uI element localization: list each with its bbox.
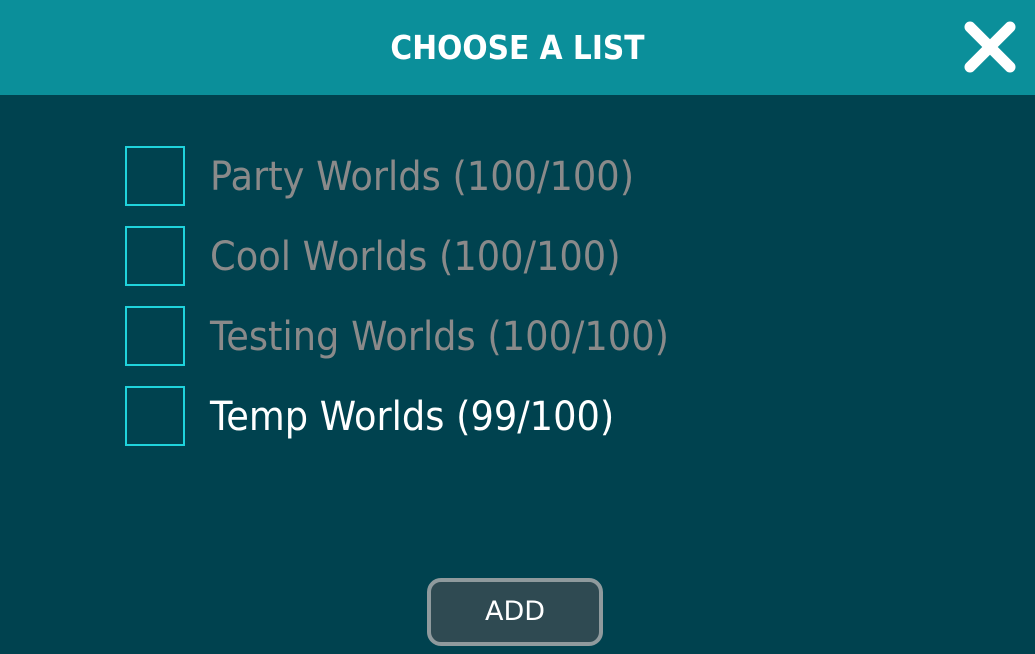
list-item-label: Cool Worlds (100/100) (210, 234, 621, 280)
choose-list-dialog: CHOOSE A LIST Party Worlds (100/100) Coo… (0, 0, 1035, 654)
dialog-header: CHOOSE A LIST (0, 0, 1035, 95)
list-item-label: Testing Worlds (100/100) (210, 314, 669, 360)
list-item-testing-worlds[interactable]: Testing Worlds (100/100) (125, 306, 825, 366)
list-item-cool-worlds[interactable]: Cool Worlds (100/100) (125, 226, 825, 286)
dialog-title: CHOOSE A LIST (390, 28, 645, 67)
list-item-label: Temp Worlds (99/100) (210, 394, 615, 440)
checkbox[interactable] (125, 306, 185, 366)
close-icon (964, 21, 1016, 73)
checkbox[interactable] (125, 226, 185, 286)
list-item-label: Party Worlds (100/100) (210, 154, 635, 200)
close-button[interactable] (961, 18, 1019, 76)
checkbox[interactable] (125, 386, 185, 446)
list-item-party-worlds[interactable]: Party Worlds (100/100) (125, 146, 825, 206)
list-item-temp-worlds[interactable]: Temp Worlds (99/100) (125, 386, 825, 446)
checkbox[interactable] (125, 146, 185, 206)
add-button[interactable]: ADD (427, 578, 603, 646)
